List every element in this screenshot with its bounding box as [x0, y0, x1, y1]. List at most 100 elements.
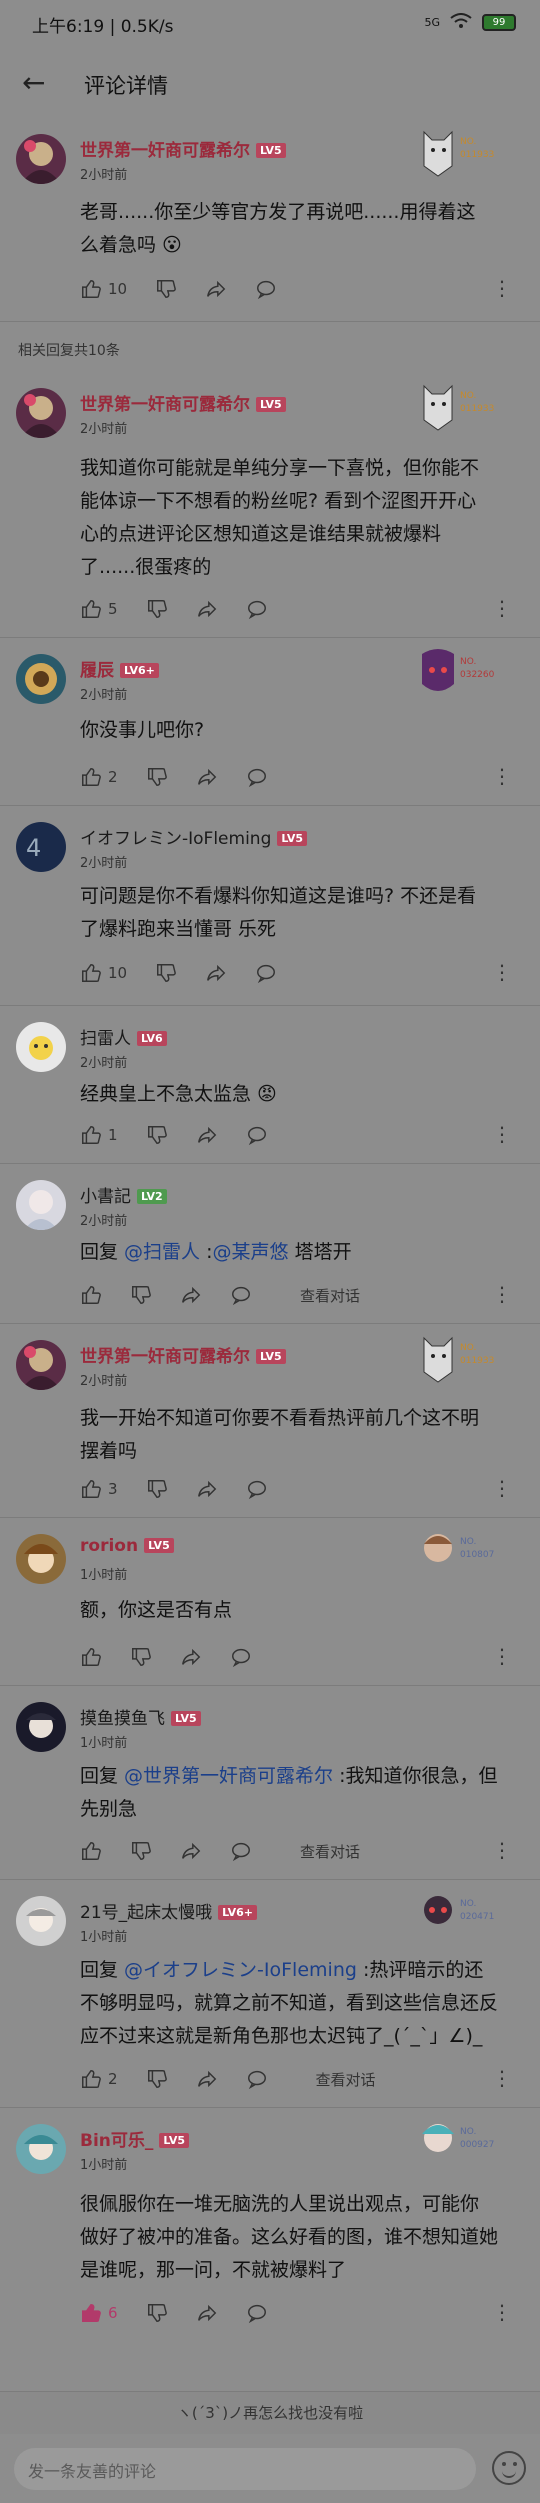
dislike-button[interactable]	[146, 766, 168, 788]
mention-link[interactable]: @イオフレミン-IoFleming	[124, 1959, 357, 1981]
share-button[interactable]	[196, 766, 218, 788]
reply-button[interactable]	[255, 962, 277, 984]
reply-button[interactable]	[246, 2302, 268, 2324]
comment-author[interactable]: イオフレミン-IoFleming LV5	[80, 824, 308, 849]
share-button[interactable]	[196, 1124, 218, 1146]
reply-button[interactable]	[230, 1646, 252, 1668]
avatar[interactable]: 4	[16, 822, 66, 872]
more-options-icon[interactable]: ⋮	[492, 1838, 512, 1862]
more-options-icon[interactable]: ⋮	[492, 596, 512, 620]
more-options-icon[interactable]: ⋮	[492, 1476, 512, 1500]
more-options-icon[interactable]: ⋮	[492, 1282, 512, 1306]
dislike-button[interactable]	[146, 2302, 168, 2324]
dislike-button[interactable]	[146, 1478, 168, 1500]
avatar[interactable]	[16, 2124, 66, 2174]
fan-badge: NO. 032260	[418, 646, 502, 702]
like-button[interactable]: 6	[80, 2302, 118, 2324]
share-button[interactable]	[180, 1646, 202, 1668]
avatar[interactable]	[16, 1534, 66, 1584]
view-conversation-link[interactable]: 查看对话	[300, 1285, 360, 1306]
level-badge: LV6+	[120, 663, 159, 678]
thumbs-down-icon	[132, 1286, 151, 1304]
reply-button[interactable]	[255, 278, 277, 300]
reply-button[interactable]	[246, 766, 268, 788]
more-options-icon[interactable]: ⋮	[492, 1644, 512, 1668]
mention-link[interactable]: @扫雷人	[124, 1241, 200, 1263]
like-button[interactable]: 10	[80, 278, 127, 300]
comment-author[interactable]: rorion LV5	[80, 1536, 174, 1556]
comment-author[interactable]: 世界第一奸商可露希尔 LV5	[80, 1342, 286, 1367]
share-button[interactable]	[196, 2302, 218, 2324]
avatar[interactable]	[16, 1702, 66, 1752]
comment-author[interactable]: 扫雷人 LV6	[80, 1024, 167, 1049]
reply-button[interactable]	[246, 598, 268, 620]
thumbs-down-icon	[147, 600, 167, 618]
like-button[interactable]: 5	[80, 598, 118, 620]
comment-author[interactable]: 世界第一奸商可露希尔 LV5	[80, 390, 286, 415]
share-icon	[197, 600, 216, 618]
dislike-button[interactable]	[130, 1646, 152, 1668]
reply-button[interactable]	[230, 1284, 252, 1306]
comment-input[interactable]: 发一条友善的评论	[14, 2448, 476, 2490]
back-arrow-icon[interactable]: ←	[22, 66, 45, 99]
like-button[interactable]: 3	[80, 1478, 118, 1500]
dislike-button[interactable]	[130, 1840, 152, 1862]
thumbs-up-icon	[82, 600, 101, 618]
dislike-button[interactable]	[146, 1124, 168, 1146]
more-options-icon[interactable]: ⋮	[492, 2066, 512, 2090]
avatar[interactable]	[16, 1340, 66, 1390]
comment-time: 2小时前	[80, 856, 128, 871]
share-button[interactable]	[180, 1284, 202, 1306]
comment-actions: 6	[80, 2302, 296, 2324]
share-button[interactable]	[205, 278, 227, 300]
share-button[interactable]	[205, 962, 227, 984]
dislike-button[interactable]	[155, 278, 177, 300]
thumbs-up-filled-icon	[82, 2304, 101, 2322]
avatar[interactable]	[16, 134, 66, 184]
comment-author[interactable]: 摸鱼摸鱼飞 LV5	[80, 1704, 201, 1729]
share-button[interactable]	[196, 598, 218, 620]
more-options-icon[interactable]: ⋮	[492, 1122, 512, 1146]
avatar[interactable]	[16, 1022, 66, 1072]
thumbs-up-icon	[82, 1286, 101, 1304]
share-button[interactable]	[180, 1840, 202, 1862]
more-options-icon[interactable]: ⋮	[492, 276, 512, 300]
avatar[interactable]	[16, 1896, 66, 1946]
comment-author[interactable]: 小書記 LV2	[80, 1182, 167, 1207]
view-conversation-link[interactable]: 查看对话	[300, 1841, 360, 1862]
comment-author[interactable]: 21号_起床太慢哦 LV6+	[80, 1898, 258, 1923]
avatar[interactable]	[16, 654, 66, 704]
comment-author[interactable]: 世界第一奸商可露希尔 LV5	[80, 136, 286, 161]
dislike-button[interactable]	[146, 2068, 168, 2090]
comment-author[interactable]: 履辰 LV6+	[80, 656, 159, 681]
dislike-button[interactable]	[130, 1284, 152, 1306]
emoji-icon[interactable]	[492, 2451, 526, 2485]
mention-link[interactable]: @世界第一奸商可露希尔	[124, 1765, 333, 1787]
reply-button[interactable]	[246, 1478, 268, 1500]
status-time: 上午6:19 | 0.5K/s	[32, 17, 174, 37]
avatar[interactable]	[16, 388, 66, 438]
comment-author[interactable]: Bin可乐_ LV5	[80, 2126, 190, 2151]
dislike-button[interactable]	[146, 598, 168, 620]
mention-link[interactable]: @某声悠	[213, 1241, 289, 1263]
share-button[interactable]	[196, 1478, 218, 1500]
more-options-icon[interactable]: ⋮	[492, 764, 512, 788]
like-button[interactable]	[80, 1646, 102, 1668]
reply-button[interactable]	[230, 1840, 252, 1862]
more-options-icon[interactable]: ⋮	[492, 2300, 512, 2324]
share-button[interactable]	[196, 2068, 218, 2090]
share-icon	[207, 280, 226, 298]
reply-button[interactable]	[246, 1124, 268, 1146]
like-button[interactable]	[80, 1840, 102, 1862]
more-options-icon[interactable]: ⋮	[492, 960, 512, 984]
like-button[interactable]: 1	[80, 1124, 118, 1146]
avatar[interactable]	[16, 1180, 66, 1230]
like-button[interactable]: 2	[80, 766, 118, 788]
like-button[interactable]: 10	[80, 962, 127, 984]
like-button[interactable]: 2	[80, 2068, 118, 2090]
reply-button[interactable]	[246, 2068, 268, 2090]
view-conversation-link[interactable]: 查看对话	[316, 2069, 376, 2090]
like-button[interactable]	[80, 1284, 102, 1306]
dislike-button[interactable]	[155, 962, 177, 984]
main-comment: 世界第一奸商可露希尔 LV5 2小时前 NO. 011933 老哥......你至…	[0, 118, 540, 322]
